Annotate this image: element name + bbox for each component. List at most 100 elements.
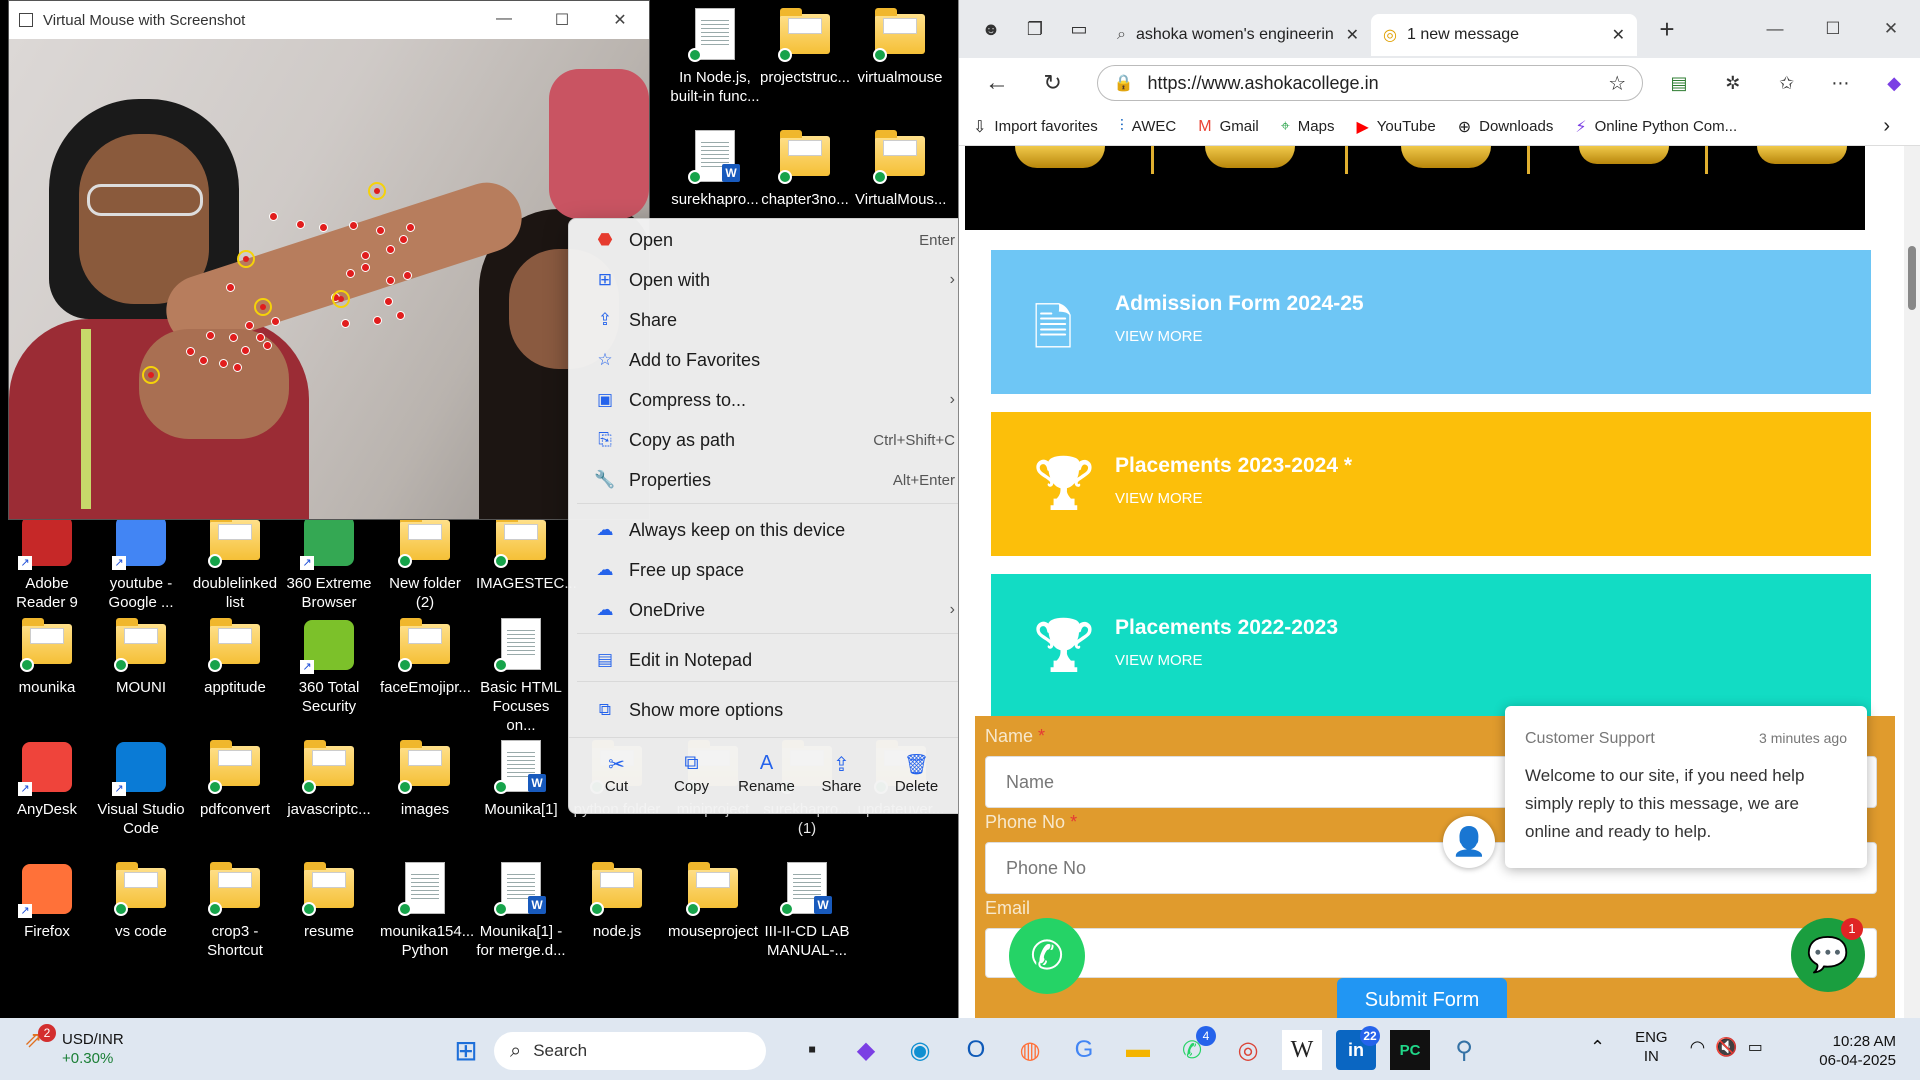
desktop-icon[interactable]: mouseproject	[668, 860, 758, 972]
mute-icon[interactable]: 🔇	[1715, 1037, 1737, 1058]
desktop-icon[interactable]: IMAGESTEC...	[476, 512, 577, 624]
maximize-button[interactable]: ☐	[533, 10, 591, 30]
desktop-icon[interactable]: node.js	[572, 860, 662, 972]
firefox-icon[interactable]: ◍	[1010, 1030, 1050, 1070]
menu-item-properties[interactable]: 🔧 Properties Alt+Enter	[577, 461, 969, 499]
file-explorer-icon[interactable]: ▬	[1118, 1030, 1158, 1070]
whatsapp-chat-button[interactable]: ✆	[1009, 918, 1085, 994]
language-indicator[interactable]: ENG IN	[1635, 1028, 1668, 1066]
view-more-link[interactable]: VIEW MORE	[1115, 652, 1203, 669]
battery-icon[interactable]: ▭	[1748, 1037, 1763, 1057]
menu-item-show-more-options[interactable]: ⧉ Show more options	[577, 691, 969, 729]
desktop-icon[interactable]: doublelinked list	[190, 512, 280, 624]
desktop-icon[interactable]: projectstruc...	[760, 6, 850, 118]
wifi-icon[interactable]: ◠	[1690, 1037, 1706, 1058]
menu-item-copy-as-path[interactable]: ⎘ Copy as path Ctrl+Shift+C	[577, 421, 969, 459]
menu-item-edit-in-notepad[interactable]: ▤ Edit in Notepad	[577, 641, 969, 679]
desktop-icon[interactable]: ↗ youtube - Google ...	[96, 512, 186, 624]
chat-popup[interactable]: Customer Support 3 minutes ago Welcome t…	[1505, 706, 1867, 868]
menu-item-free-up-space[interactable]: ☁ Free up space	[577, 551, 969, 589]
whatsapp-icon[interactable]: ✆ 4	[1172, 1026, 1216, 1070]
desktop-icon[interactable]: New folder (2)	[380, 512, 470, 624]
chevron-right-icon[interactable]: ›	[1883, 115, 1890, 138]
refresh-icon[interactable]: ↻	[1035, 65, 1071, 101]
favorite-youtube[interactable]: ▶ YouTube	[1356, 117, 1435, 137]
chrome-icon[interactable]: ◎	[1228, 1030, 1268, 1070]
desktop-icon[interactable]: faceEmojipr...	[380, 616, 471, 728]
taskbar-search[interactable]: ⌕ Search	[494, 1032, 766, 1070]
settings-more-icon[interactable]: ⋯	[1822, 65, 1858, 101]
desktop-icon[interactable]: ↗ 360 Total Security	[284, 616, 374, 728]
tab-active[interactable]: ◎ 1 new message ✕	[1371, 14, 1637, 56]
menu-item-compress-to[interactable]: ▣ Compress to... ›	[577, 381, 969, 419]
menu-item-onedrive[interactable]: ☁ OneDrive ›	[577, 591, 969, 629]
desktop-icon[interactable]: vs code	[96, 860, 186, 972]
start-icon[interactable]: ⊞	[446, 1030, 486, 1070]
virtual-mouse-window[interactable]: Virtual Mouse with Screenshot — ☐ ✕	[8, 0, 650, 520]
delete-action-button[interactable]: 🗑 Delete	[879, 738, 954, 813]
chevron-up-icon[interactable]: ⌃	[1590, 1037, 1605, 1058]
scrollbar-thumb[interactable]	[1908, 246, 1916, 310]
desktop-icon[interactable]: ↗ 360 Extreme Browser	[284, 512, 374, 624]
favorite-gmail[interactable]: M Gmail	[1198, 117, 1259, 137]
clock[interactable]: 10:28 AM 06-04-2025	[1786, 1032, 1896, 1070]
menu-item-add-to-favorites[interactable]: ☆ Add to Favorites	[577, 341, 969, 379]
copilot-icon[interactable]: ◆	[1876, 65, 1912, 101]
desktop-icon[interactable]: virtualmouse	[855, 6, 945, 118]
desktop-icon[interactable]: W Mounika[1]	[476, 738, 566, 850]
page-scrollbar[interactable]	[1904, 146, 1920, 1018]
copy-action-button[interactable]: ⧉ Copy	[654, 738, 729, 813]
menu-item-open[interactable]: ⬣ Open Enter	[577, 221, 969, 259]
minimize-button[interactable]: —	[1746, 19, 1804, 39]
wikipedia-icon[interactable]: W	[1282, 1030, 1322, 1070]
outlook-icon[interactable]: O	[956, 1030, 996, 1070]
reading-view-icon[interactable]: ▤	[1661, 65, 1697, 101]
close-tab-icon[interactable]: ✕	[1346, 25, 1359, 45]
submit-form-button[interactable]: Submit Form	[1337, 978, 1507, 1018]
linkedin-icon[interactable]: in 22	[1336, 1026, 1380, 1070]
desktop-icon[interactable]: apptitude	[190, 616, 280, 728]
google-icon[interactable]: G	[1064, 1030, 1104, 1070]
menu-item-open-with[interactable]: ⊞ Open with ›	[577, 261, 969, 299]
menu-item-always-keep-on-this-device[interactable]: ☁ Always keep on this device	[577, 511, 969, 549]
close-tab-icon[interactable]: ✕	[1612, 25, 1625, 45]
desktop-icon[interactable]: Basic HTML Focuses on...	[476, 616, 566, 734]
profile-icon[interactable]: ☻	[973, 11, 1009, 47]
info-card[interactable]: 🗎 Admission Form 2024-25 VIEW MORE	[991, 250, 1871, 394]
maximize-button[interactable]: ☐	[1804, 19, 1862, 39]
favorite-online-python-com[interactable]: ⚡ Online Python Com...	[1575, 117, 1737, 137]
copilot-icon[interactable]: ◆	[846, 1030, 886, 1070]
minimize-button[interactable]: —	[475, 10, 533, 30]
desktop-icon[interactable]: mounika154... Python	[380, 860, 474, 972]
desktop-icon[interactable]: ↗ AnyDesk	[2, 738, 92, 850]
favorite-import-favorites[interactable]: ⇩ Import favorites	[973, 117, 1098, 137]
desktop-icon[interactable]: mounika	[2, 616, 92, 728]
favorite-awec[interactable]: ⫶ AWEC	[1120, 117, 1176, 137]
info-card[interactable]: 🏆 Placements 2023-2024 * VIEW MORE	[991, 412, 1871, 556]
desktop-icon[interactable]: W III-II-CD LAB MANUAL-...	[762, 860, 852, 972]
address-bar[interactable]: 🔒 https://www.ashokacollege.in ☆	[1096, 65, 1644, 101]
pycharm-icon[interactable]: PC	[1390, 1030, 1430, 1070]
rename-action-button[interactable]: A Rename	[729, 738, 804, 813]
desktop-icon[interactable]: In Node.js, built-in func...	[670, 6, 760, 118]
favorite-maps[interactable]: ⌖ Maps	[1281, 117, 1335, 137]
favorite-downloads[interactable]: ⊕ Downloads	[1458, 117, 1554, 137]
workspaces-icon[interactable]: ❐	[1017, 11, 1053, 47]
email-input[interactable]	[985, 928, 1877, 978]
window-titlebar[interactable]: Virtual Mouse with Screenshot — ☐ ✕	[9, 1, 649, 39]
menu-item-share[interactable]: ⇪ Share	[577, 301, 969, 339]
desktop-icon[interactable]: ↗ Visual Studio Code	[96, 738, 186, 850]
view-more-link[interactable]: VIEW MORE	[1115, 490, 1203, 507]
view-more-link[interactable]: VIEW MORE	[1115, 328, 1203, 345]
desktop-icon[interactable]: pdfconvert	[190, 738, 280, 850]
desktop-icon[interactable]: ↗ Adobe Reader 9	[2, 512, 92, 624]
desktop-icon[interactable]: javascriptc...	[284, 738, 374, 850]
desktop-icon[interactable]: crop3 - Shortcut	[190, 860, 280, 972]
desktop-icon[interactable]: W Mounika[1] - for merge.d...	[476, 860, 566, 972]
taskview-icon[interactable]: ▪	[792, 1030, 832, 1070]
favorites-icon[interactable]: ✩	[1769, 65, 1805, 101]
cut-action-button[interactable]: ✂ Cut	[579, 738, 654, 813]
close-button[interactable]: ✕	[1862, 19, 1920, 39]
close-button[interactable]: ✕	[591, 10, 649, 30]
desktop-icon[interactable]: MOUNI	[96, 616, 186, 728]
